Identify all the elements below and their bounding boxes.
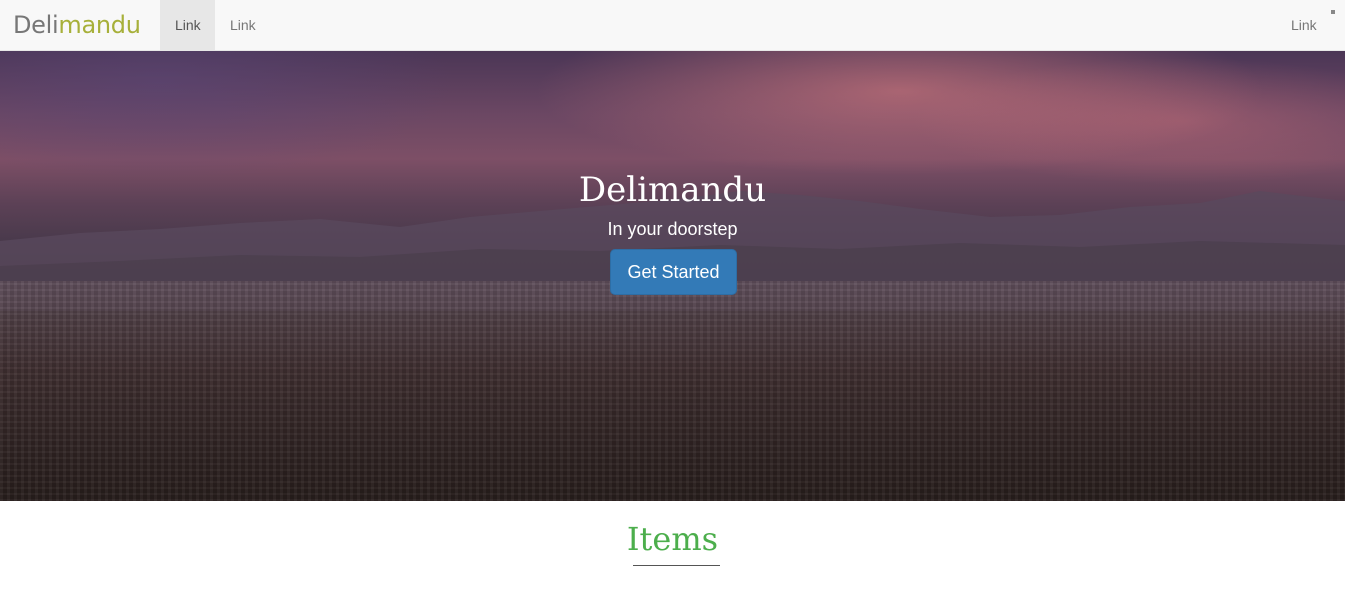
hero-banner: Delimandu In your doorstep Get Started [0, 51, 1345, 501]
items-title-underline [633, 565, 720, 566]
hero-title: Delimandu [578, 170, 767, 210]
corner-dot-icon [1331, 10, 1335, 14]
brand-logo[interactable]: Delimandu [13, 9, 141, 41]
get-started-button[interactable]: Get Started [610, 249, 737, 295]
nav-link-1[interactable]: Link [160, 0, 215, 50]
brand-text-part2: mandu [58, 11, 141, 39]
hero-city-background [0, 281, 1345, 501]
nav-link-2[interactable]: Link [215, 0, 271, 50]
brand-text-part1: Deli [13, 11, 59, 39]
top-navbar: Delimandu Link Link Link [0, 0, 1345, 51]
hero-subtitle: In your doorstep [607, 219, 738, 239]
items-section-title: Items [626, 520, 719, 558]
nav-link-right[interactable]: Link [1276, 0, 1332, 50]
